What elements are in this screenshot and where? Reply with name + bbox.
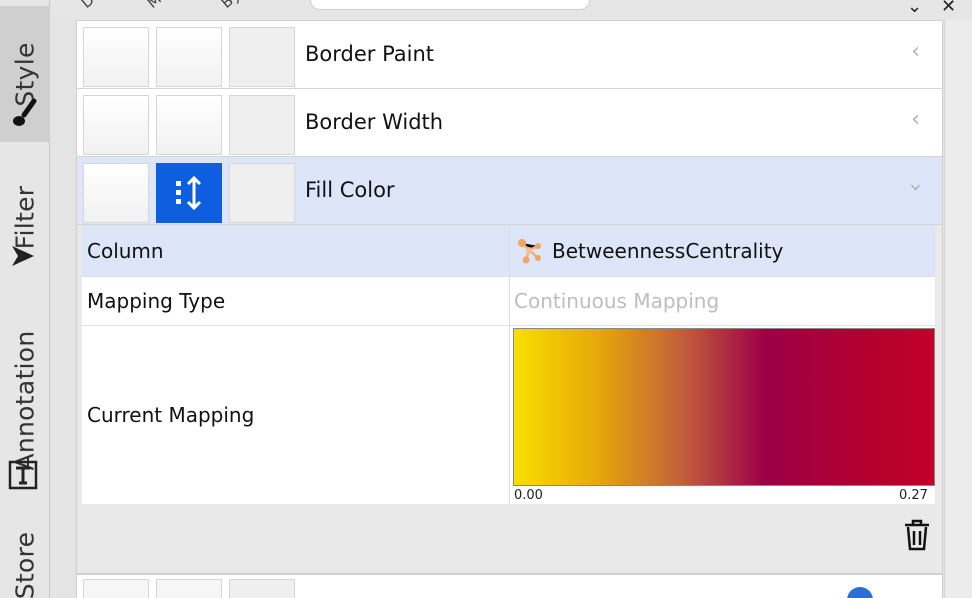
default-value-cell[interactable] (83, 27, 149, 87)
mapping-cell-continuous[interactable] (156, 163, 222, 223)
chevron-left-icon[interactable]: ‹ (911, 107, 920, 132)
close-icon[interactable]: ✕ (941, 0, 956, 17)
tab-style-label: Style (10, 41, 40, 107)
mapping-cell[interactable] (156, 579, 222, 598)
bypass-cell[interactable] (229, 27, 295, 87)
mapping-type-key: Mapping Type (82, 277, 510, 325)
default-value-cell[interactable] (83, 163, 149, 223)
tab-annotation[interactable]: Annotation (0, 300, 50, 500)
tab-store-label: Store (10, 531, 40, 598)
funnel-icon (12, 246, 34, 266)
current-mapping-key: Current Mapping (82, 326, 510, 504)
mapping-type-value[interactable]: Continuous Mapping (510, 277, 935, 325)
chevron-left-icon[interactable]: ‹ (911, 39, 920, 64)
range-max-label: 0.27 (899, 488, 928, 503)
column-key: Column (82, 225, 510, 276)
tab-style[interactable]: Style (0, 6, 50, 142)
style-properties-panel: Border Paint ‹ Border Width ‹ Fill Color… (76, 20, 943, 598)
mapping-cell[interactable] (156, 95, 222, 155)
property-row-border-width[interactable]: Border Width ‹ (77, 89, 942, 157)
property-row-fill-color[interactable]: Fill Color ‹ (77, 157, 942, 225)
property-row-border-paint[interactable]: Border Paint ‹ (77, 21, 942, 89)
mapping-row-type[interactable]: Mapping Type Continuous Mapping (82, 277, 935, 326)
default-value-cell[interactable] (83, 95, 149, 155)
tab-filter-label: Filter (10, 185, 40, 249)
property-label: Fill Color (305, 178, 395, 202)
vertical-scrollbar[interactable] (944, 20, 972, 598)
property-label: Border Width (305, 110, 444, 134)
chevron-down-icon[interactable]: ‹ (903, 183, 928, 192)
tab-annotation-label: Annotation (10, 329, 40, 471)
tab-store[interactable]: Store (0, 520, 50, 598)
bypass-cell[interactable] (229, 95, 295, 155)
column-value-text: BetweennessCentrality (552, 238, 784, 263)
paintbrush-icon (13, 98, 37, 126)
bypass-cell[interactable] (229, 579, 295, 598)
tab-filter[interactable]: Filter (0, 152, 50, 282)
network-node-icon (518, 238, 541, 263)
vertical-tab-strip: Style Filter Annotation Store (0, 0, 50, 598)
column-header-bypass: By (217, 0, 243, 12)
column-header-mapping: M (143, 0, 165, 12)
mapping-cell[interactable] (156, 27, 222, 87)
column-value[interactable]: BetweennessCentrality (510, 225, 935, 276)
mapping-detail-panel: Column BetweennessCentrality Mapping Typ… (77, 225, 942, 573)
property-label: Border Paint (305, 42, 435, 66)
info-icon[interactable] (847, 587, 873, 598)
continuous-mapping-gradient[interactable] (513, 328, 935, 486)
chevron-down-icon[interactable]: ⌄ (907, 0, 922, 17)
column-header-default: D (77, 0, 98, 12)
default-value-cell[interactable] (83, 579, 149, 598)
column-header-strip: D M By ⌄ ✕ (51, 0, 972, 20)
bypass-cell[interactable] (229, 163, 295, 223)
trash-icon[interactable] (902, 518, 932, 552)
property-search-box[interactable] (310, 0, 590, 10)
property-row-next[interactable] (77, 573, 942, 598)
continuous-mapping-icon (176, 175, 202, 211)
range-min-label: 0.00 (514, 488, 543, 503)
mapping-row-column[interactable]: Column BetweennessCentrality (82, 225, 935, 277)
mapping-row-current: Current Mapping 0.00 0.27 (82, 326, 935, 504)
text-tool-icon (8, 460, 38, 490)
